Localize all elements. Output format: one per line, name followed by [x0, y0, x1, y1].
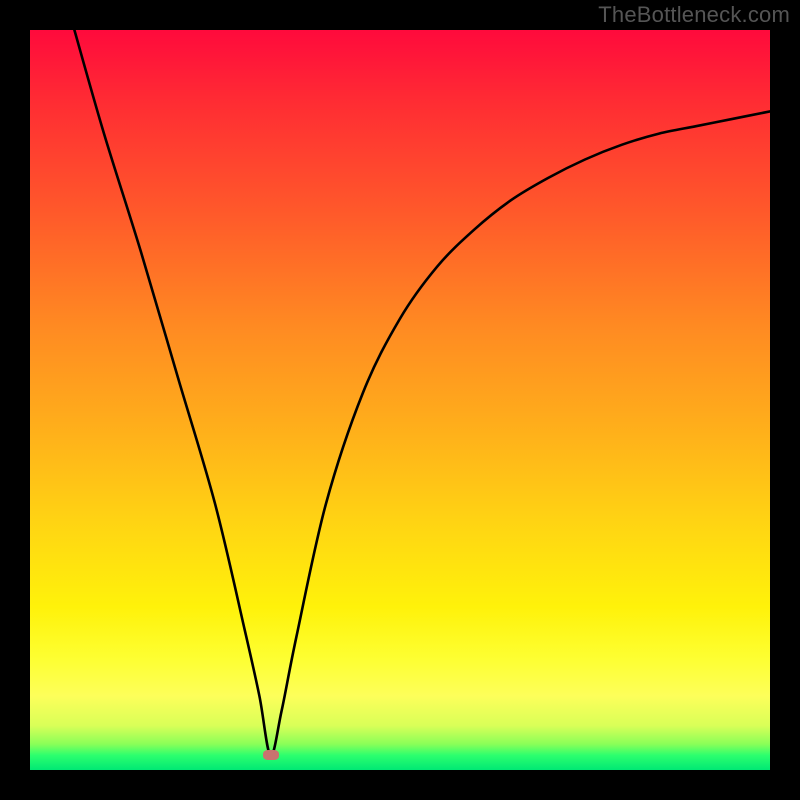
watermark-text: TheBottleneck.com	[598, 2, 790, 28]
minimum-marker	[263, 750, 279, 760]
curve-svg	[30, 30, 770, 770]
bottleneck-curve	[74, 30, 770, 755]
plot-area	[30, 30, 770, 770]
chart-container: TheBottleneck.com	[0, 0, 800, 800]
